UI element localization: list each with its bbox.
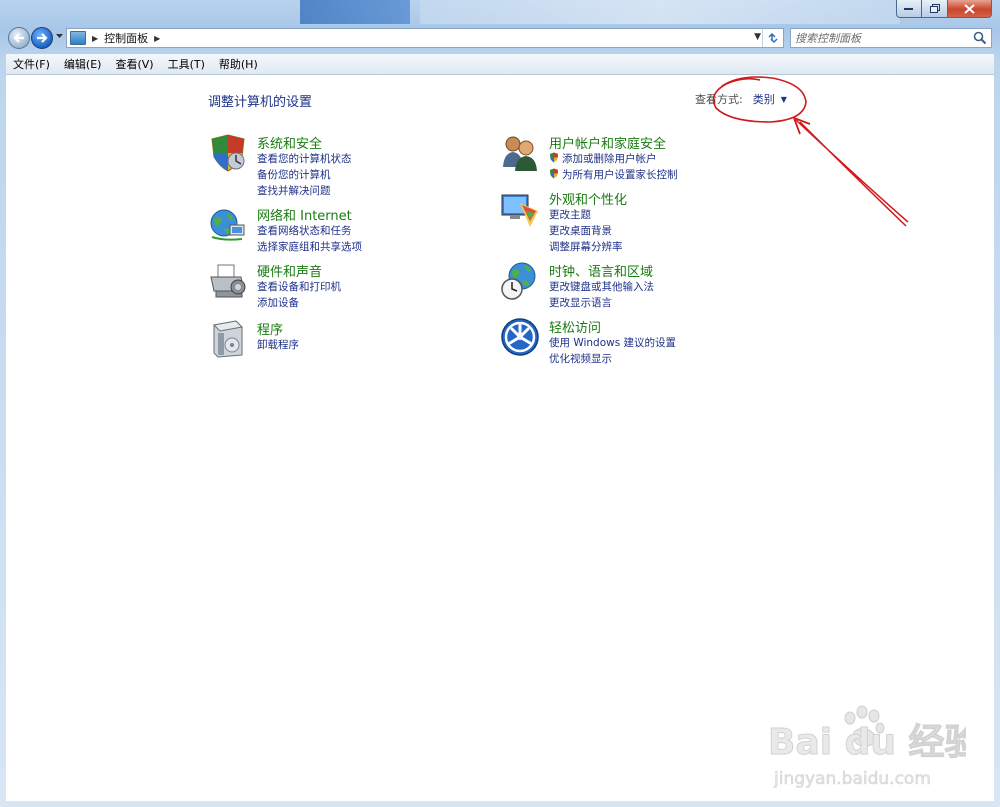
monitor-palette-icon[interactable] <box>500 189 540 229</box>
link-text: 添加或删除用户帐户 <box>562 153 657 165</box>
category-system-security: 系统和安全 查看您的计算机状态 备份您的计算机 查找并解决问题 <box>208 133 468 199</box>
link-change-input-methods[interactable]: 更改键盘或其他输入法 <box>549 279 654 294</box>
minimize-icon <box>904 7 913 10</box>
link-add-device[interactable]: 添加设备 <box>257 295 299 310</box>
watermark-url: jingyan.baidu.com <box>773 769 931 789</box>
menu-bar: 文件(F) 编辑(E) 查看(V) 工具(T) 帮助(H) <box>6 54 994 75</box>
chevron-down-icon: ▼ <box>780 94 787 104</box>
search-icon[interactable] <box>973 31 987 45</box>
page-title: 调整计算机的设置 <box>208 95 313 110</box>
category-title[interactable]: 程序 <box>257 319 283 338</box>
link-devices-printers[interactable]: 查看设备和打印机 <box>257 279 341 294</box>
link-uninstall-program[interactable]: 卸载程序 <box>257 337 299 352</box>
link-network-status[interactable]: 查看网络状态和任务 <box>257 223 352 238</box>
link-optimize-video-display[interactable]: 优化视频显示 <box>549 351 612 366</box>
link-troubleshoot[interactable]: 查找并解决问题 <box>257 183 331 198</box>
category-title[interactable]: 时钟、语言和区域 <box>549 261 653 280</box>
category-ease-of-access: 轻松访问 使用 Windows 建议的设置 优化视频显示 <box>500 317 800 367</box>
breadcrumb-chevron-icon[interactable]: ▶ <box>154 34 160 43</box>
link-backup-computer[interactable]: 备份您的计算机 <box>257 167 331 182</box>
forward-arrow-icon <box>37 33 48 43</box>
shield-icon[interactable] <box>208 133 248 173</box>
link-parental-controls[interactable]: 为所有用户设置家长控制 <box>549 167 678 182</box>
restore-icon <box>929 4 940 13</box>
category-title[interactable]: 网络和 Internet <box>257 205 352 224</box>
category-user-accounts: 用户帐户和家庭安全 添加或删除用户帐户 为所有用户设置家长控制 <box>500 133 800 183</box>
menu-help[interactable]: 帮助(H) <box>212 56 265 72</box>
search-input[interactable] <box>791 30 969 46</box>
watermark-brand: Bai du 经验 <box>768 722 966 763</box>
menu-edit[interactable]: 编辑(E) <box>57 56 109 72</box>
baidu-paw-logo-icon: Bai du 经验 jingyan.baidu.com <box>768 705 981 789</box>
view-by-dropdown[interactable]: 类别 ▼ <box>747 91 793 107</box>
printer-icon[interactable] <box>208 261 248 301</box>
navigation-bar: ▶ 控制面板 ▶ ▼ <box>0 26 1000 52</box>
menu-view[interactable]: 查看(V) <box>108 56 160 72</box>
link-change-display-language[interactable]: 更改显示语言 <box>549 295 612 310</box>
category-title[interactable]: 轻松访问 <box>549 317 601 336</box>
category-network-internet: 网络和 Internet 查看网络状态和任务 选择家庭组和共享选项 <box>208 205 468 255</box>
view-by-label: 查看方式: <box>695 93 743 106</box>
link-change-theme[interactable]: 更改主题 <box>549 207 591 222</box>
ease-of-access-icon[interactable] <box>500 317 540 357</box>
category-hardware-sound: 硬件和声音 查看设备和打印机 添加设备 <box>208 261 468 311</box>
users-icon[interactable] <box>500 133 540 173</box>
category-title[interactable]: 用户帐户和家庭安全 <box>549 133 666 152</box>
forward-button[interactable] <box>31 27 53 49</box>
menu-file[interactable]: 文件(F) <box>6 56 57 72</box>
title-bar[interactable] <box>0 0 1000 24</box>
minimize-button[interactable] <box>896 0 922 18</box>
refresh-button[interactable] <box>762 29 783 47</box>
link-check-computer-status[interactable]: 查看您的计算机状态 <box>257 151 352 166</box>
category-title[interactable]: 系统和安全 <box>257 133 322 152</box>
category-clock-language-region: 时钟、语言和区域 更改键盘或其他输入法 更改显示语言 <box>500 261 800 311</box>
link-add-remove-accounts[interactable]: 添加或删除用户帐户 <box>549 151 657 166</box>
maximize-button[interactable] <box>922 0 948 18</box>
baidu-jingyan-watermark: Bai du 经验 jingyan.baidu.com <box>766 702 981 792</box>
view-by: 查看方式: 类别 ▼ <box>695 91 793 107</box>
program-box-icon[interactable] <box>208 319 248 359</box>
link-text: 为所有用户设置家长控制 <box>562 169 678 181</box>
control-panel-icon <box>70 31 86 45</box>
link-change-background[interactable]: 更改桌面背景 <box>549 223 612 238</box>
category-programs: 程序 卸载程序 <box>208 319 468 359</box>
clock-globe-icon[interactable] <box>500 261 540 301</box>
refresh-icon <box>768 32 778 44</box>
link-windows-recommended-settings[interactable]: 使用 Windows 建议的设置 <box>549 335 676 350</box>
category-title[interactable]: 外观和个性化 <box>549 189 627 208</box>
window-controls <box>896 0 992 19</box>
search-box <box>790 28 992 48</box>
address-bar[interactable]: ▶ 控制面板 ▶ ▼ <box>66 28 784 48</box>
content-pane: 调整计算机的设置 查看方式: 类别 ▼ 系统和安全 查看您的计算机状态 备份您的… <box>6 75 994 801</box>
uac-shield-icon <box>550 168 558 179</box>
link-homegroup-sharing[interactable]: 选择家庭组和共享选项 <box>257 239 362 254</box>
address-dropdown-icon[interactable]: ▼ <box>754 32 761 42</box>
uac-shield-icon <box>550 152 558 163</box>
window-frame: ▶ 控制面板 ▶ ▼ 文件(F) 编辑(E) 查看(V) 工具(T) 帮助(H)… <box>0 0 1000 807</box>
back-arrow-icon <box>13 33 24 43</box>
close-button[interactable] <box>948 0 992 18</box>
category-appearance: 外观和个性化 更改主题 更改桌面背景 调整屏幕分辨率 <box>500 189 800 255</box>
breadcrumb-control-panel[interactable]: 控制面板 <box>104 30 148 46</box>
category-title[interactable]: 硬件和声音 <box>257 261 322 280</box>
close-icon <box>964 3 975 14</box>
back-button[interactable] <box>8 27 30 49</box>
link-screen-resolution[interactable]: 调整屏幕分辨率 <box>549 239 623 254</box>
breadcrumb-chevron-icon[interactable]: ▶ <box>92 34 98 43</box>
network-globe-icon[interactable] <box>208 205 248 245</box>
menu-tools[interactable]: 工具(T) <box>161 56 212 72</box>
view-by-value: 类别 <box>752 93 775 106</box>
recent-pages-dropdown-icon[interactable] <box>56 34 64 40</box>
